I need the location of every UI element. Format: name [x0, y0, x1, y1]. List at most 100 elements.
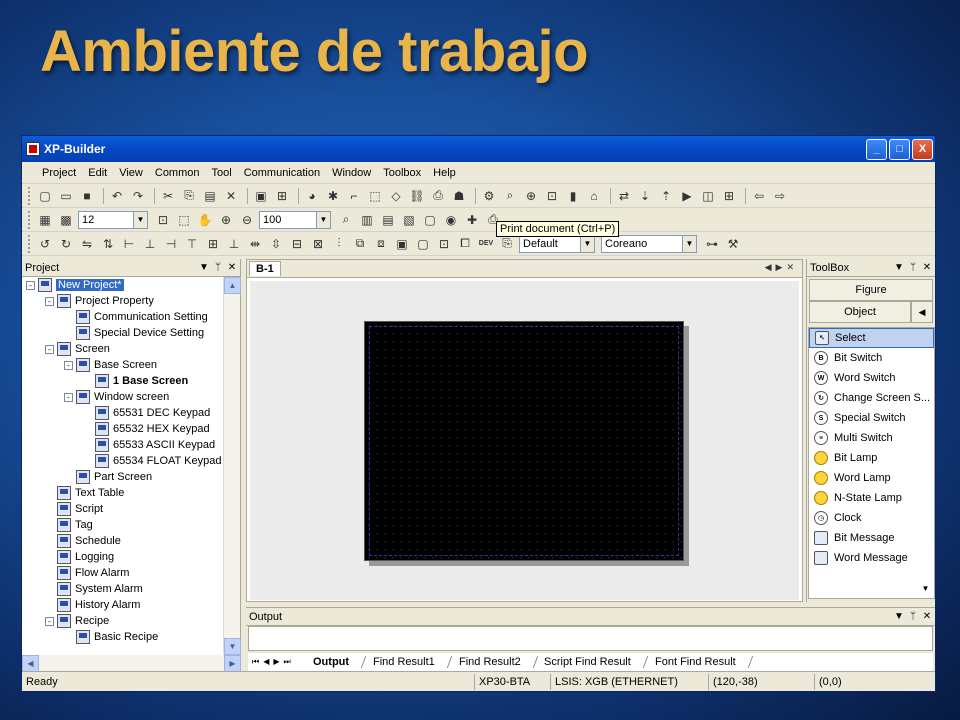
tree-collapse-icon[interactable]: - — [64, 392, 73, 402]
group-icon[interactable]: ▣ — [393, 235, 411, 253]
order-icon[interactable]: ⧠ — [456, 235, 474, 253]
rotate-right-icon[interactable]: ↻ — [57, 235, 75, 253]
scroll-down-icon[interactable]: ▼ — [224, 638, 241, 655]
tree-item[interactable]: 65532 HEX Keypad — [22, 421, 224, 437]
tree-item[interactable]: - Base Screen — [22, 357, 224, 373]
style-select[interactable]: Default ▼ — [519, 234, 595, 253]
simulator-icon[interactable]: ▶ — [678, 187, 696, 205]
object-category-button[interactable]: Object — [809, 301, 911, 323]
zoom-out-icon[interactable]: ⊖ — [238, 211, 256, 229]
align-bottom-icon[interactable]: ⊥ — [225, 235, 243, 253]
chart-icon[interactable]: ▮ — [564, 187, 582, 205]
redo-icon[interactable]: ↷ — [129, 187, 147, 205]
spacing-icon[interactable]: ⫶ — [330, 235, 348, 253]
menu-communication[interactable]: Communication — [238, 167, 326, 179]
figure-category-button[interactable]: Figure — [809, 279, 933, 301]
tab-find-result1[interactable]: Find Result1 — [360, 656, 452, 668]
hmi-screen-canvas[interactable] — [364, 321, 684, 561]
scroll-right-icon[interactable]: ▶ — [224, 655, 241, 672]
diamond-icon[interactable]: ◇ — [387, 187, 405, 205]
menu-help[interactable]: Help — [427, 167, 462, 179]
align-center-icon[interactable]: ⊥ — [141, 235, 159, 253]
chevron-down-icon[interactable]: ▼ — [893, 262, 905, 273]
tree-item[interactable]: 65531 DEC Keypad — [22, 405, 224, 421]
marquee-icon[interactable]: ⬚ — [175, 211, 193, 229]
tree-item[interactable]: Tag — [22, 517, 224, 533]
tree-item[interactable]: - New Project* — [22, 277, 224, 293]
back-arrow-icon[interactable]: ⇦ — [750, 187, 768, 205]
tree-collapse-icon[interactable]: - — [45, 616, 54, 626]
tree-item[interactable]: 65534 FLOAT Keypad — [22, 453, 224, 469]
forward-arrow-icon[interactable]: ⇨ — [771, 187, 789, 205]
tree-item[interactable]: History Alarm — [22, 597, 224, 613]
snap-icon[interactable]: ⌐ — [345, 187, 363, 205]
distribute-v-icon[interactable]: ⇳ — [267, 235, 285, 253]
toolbox-item[interactable]: Word Lamp — [809, 468, 934, 488]
toolbar-grip[interactable] — [28, 210, 32, 229]
chevron-down-icon[interactable]: ▼ — [893, 611, 905, 622]
menu-view[interactable]: View — [113, 167, 149, 179]
address-icon[interactable]: ⊡ — [543, 187, 561, 205]
tree-item[interactable]: - Window screen — [22, 389, 224, 405]
tree-collapse-icon[interactable]: - — [26, 280, 35, 290]
language-select[interactable]: Coreano ▼ — [601, 234, 697, 253]
download-icon[interactable]: ⇣ — [636, 187, 654, 205]
window-icon[interactable]: ▢ — [421, 211, 439, 229]
bring-front-icon[interactable]: ⧉ — [351, 235, 369, 253]
toolbox-item[interactable]: Bit Message — [809, 528, 934, 548]
tab-navigation-icon[interactable]: ⏮◀▶⏭ — [248, 657, 295, 667]
grid-size-select[interactable]: 12 ▼ — [78, 210, 148, 229]
close-button[interactable]: X — [912, 138, 933, 160]
scroll-down-icon[interactable]: ▼ — [917, 579, 934, 597]
tree-item[interactable]: - Screen — [22, 341, 224, 357]
tools-icon[interactable]: ⚒ — [724, 235, 742, 253]
tree-item[interactable]: Special Device Setting — [22, 325, 224, 341]
hierarchy-icon[interactable]: ⊶ — [703, 235, 721, 253]
chevron-down-icon[interactable]: ▼ — [682, 235, 696, 252]
tree-item[interactable]: Logging — [22, 549, 224, 565]
copy-object-icon[interactable]: ⎘ — [498, 235, 516, 253]
ungroup-icon[interactable]: ▢ — [414, 235, 432, 253]
tree-item[interactable]: - Project Property — [22, 293, 224, 309]
pin-icon[interactable]: ᛘ — [907, 262, 919, 273]
tab-script-find-result[interactable]: Script Find Result — [532, 656, 649, 668]
toolbox-item[interactable]: ↖ Select — [809, 328, 934, 348]
layout-icon[interactable]: ⊞ — [273, 187, 291, 205]
pin-icon[interactable]: ᛘ — [212, 262, 224, 273]
new-file-icon[interactable]: ▢ — [36, 187, 54, 205]
copy-icon[interactable]: ⎘ — [180, 187, 198, 205]
menu-edit[interactable]: Edit — [82, 167, 113, 179]
transfer-icon[interactable]: ⇄ — [615, 187, 633, 205]
menu-tool[interactable]: Tool — [206, 167, 238, 179]
scroll-left-icon[interactable]: ◀ — [22, 655, 39, 672]
tree-item[interactable]: 65533 ASCII Keypad — [22, 437, 224, 453]
toolbox-item[interactable]: B Bit Switch — [809, 348, 934, 368]
tree-item[interactable]: Flow Alarm — [22, 565, 224, 581]
delete-icon[interactable]: ✕ — [222, 187, 240, 205]
cut-icon[interactable]: ✂ — [159, 187, 177, 205]
grid-view-icon[interactable]: ⊞ — [720, 187, 738, 205]
grid-icon[interactable]: ▦ — [36, 211, 54, 229]
palette-icon[interactable]: ◕ — [303, 187, 321, 205]
tree-collapse-icon[interactable]: - — [64, 360, 73, 370]
chevron-left-icon[interactable]: ◀ — [911, 301, 933, 323]
tree-item[interactable]: - Recipe — [22, 613, 224, 629]
component-icon[interactable]: ✱ — [324, 187, 342, 205]
flip-horizontal-icon[interactable]: ⇋ — [78, 235, 96, 253]
lock-icon[interactable]: ⊡ — [435, 235, 453, 253]
zoom-fit-icon[interactable]: ⌕ — [337, 211, 355, 229]
send-back-icon[interactable]: ⧈ — [372, 235, 390, 253]
tree-horizontal-scrollbar[interactable]: ◀ ▶ — [22, 655, 241, 672]
same-height-icon[interactable]: ⊠ — [309, 235, 327, 253]
pin-icon[interactable]: ◉ — [442, 211, 460, 229]
crosshair-icon[interactable]: ✚ — [463, 211, 481, 229]
align-right-icon[interactable]: ⊣ — [162, 235, 180, 253]
maximize-button[interactable]: □ — [889, 138, 910, 160]
upload-icon[interactable]: ⇡ — [657, 187, 675, 205]
chevron-down-icon[interactable]: ▼ — [316, 211, 330, 228]
flip-vertical-icon[interactable]: ⇅ — [99, 235, 117, 253]
tab-font-find-result[interactable]: Font Find Result — [642, 656, 753, 668]
home-icon[interactable]: ⌂ — [585, 187, 603, 205]
tree-item[interactable]: Schedule — [22, 533, 224, 549]
chart-view-icon[interactable]: ▥ — [358, 211, 376, 229]
